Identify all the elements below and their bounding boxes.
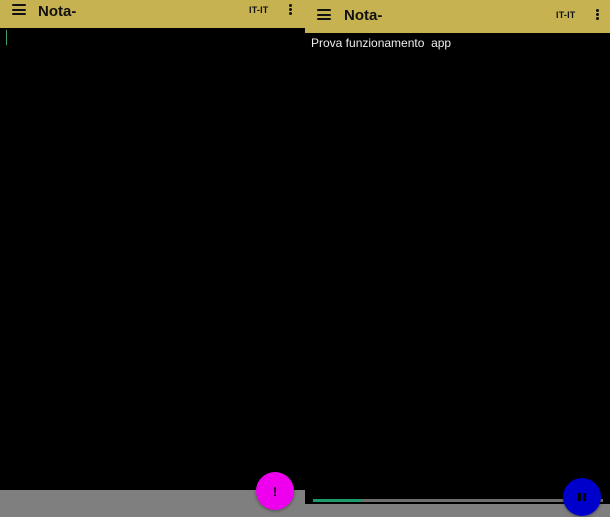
more-vert-icon[interactable]	[288, 4, 292, 15]
note-text[interactable]: Prova funzionamento app	[311, 36, 451, 50]
recording-progress-fill	[313, 499, 362, 502]
page-title: Nota-	[344, 7, 383, 24]
left-screen: Nota- IT-IT !	[0, 0, 305, 517]
pause-fab-button[interactable]	[563, 478, 601, 516]
pause-icon	[578, 493, 586, 501]
language-selector[interactable]: IT-IT	[556, 10, 576, 20]
right-screen: Nota- IT-IT Prova funzionamento app	[305, 0, 610, 517]
language-selector[interactable]: IT-IT	[249, 5, 269, 15]
recording-progress	[313, 499, 603, 502]
page-title: Nota-	[38, 3, 77, 20]
more-vert-icon[interactable]	[595, 9, 599, 20]
record-fab-button[interactable]: !	[256, 472, 294, 510]
text-cursor	[6, 30, 7, 45]
app-bar: Nota- IT-IT	[0, 0, 305, 28]
app-bar: Nota- IT-IT	[305, 0, 610, 33]
hamburger-menu-icon[interactable]	[12, 4, 26, 15]
exclamation-icon: !	[272, 483, 278, 499]
hamburger-menu-icon[interactable]	[317, 9, 331, 20]
